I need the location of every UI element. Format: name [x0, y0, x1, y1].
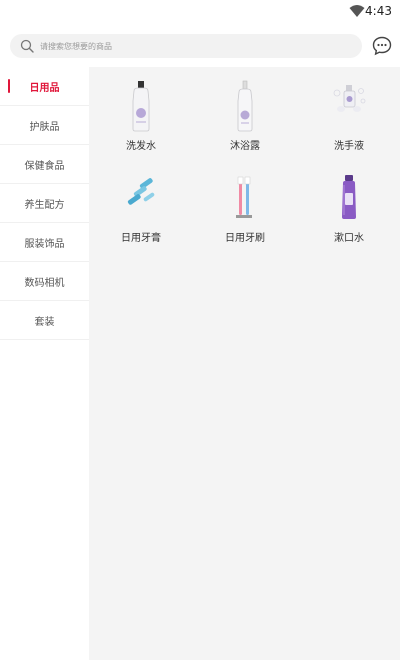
body-wash-bottle-icon [237, 80, 253, 132]
sidebar-item-health-food[interactable]: 保健食品 [0, 145, 89, 184]
search-box[interactable] [10, 34, 362, 58]
product-body-wash[interactable]: 沐浴露 [193, 75, 297, 159]
mouthwash-icon [342, 175, 356, 219]
toothpaste-icon [127, 178, 155, 205]
sidebar-item-skincare[interactable]: 护肤品 [0, 106, 89, 145]
product-toothpaste[interactable]: 日用牙膏 [89, 167, 193, 251]
category-sidebar: 日用品 护肤品 保健食品 养生配方 服装饰品 数码相机 套装 [0, 67, 89, 660]
sidebar-item-label: 服装饰品 [24, 238, 65, 250]
status-time: 4:43 [365, 4, 392, 18]
product-shampoo[interactable]: 洗发水 [89, 75, 193, 159]
sidebar-item-label: 套装 [34, 316, 55, 328]
product-mouthwash[interactable]: 漱口水 [297, 167, 400, 251]
sidebar-item-label: 护肤品 [29, 121, 60, 133]
search-bar [0, 24, 400, 66]
toothbrush-icon [236, 176, 252, 218]
hand-soap-icon [333, 85, 366, 112]
product-label: 日用牙刷 [225, 233, 265, 244]
product-label: 洗手液 [334, 141, 364, 152]
product-hand-soap[interactable]: 洗手液 [297, 75, 400, 159]
product-label: 沐浴露 [230, 141, 260, 152]
sidebar-item-wellness-recipes[interactable]: 养生配方 [0, 184, 89, 223]
product-label: 漱口水 [334, 233, 364, 244]
sidebar-item-label: 养生配方 [24, 199, 65, 211]
sidebar-item-sets[interactable]: 套装 [0, 301, 89, 340]
sidebar-item-label: 保健食品 [24, 160, 65, 172]
search-input[interactable] [40, 37, 340, 55]
sidebar-item-apparel[interactable]: 服装饰品 [0, 223, 89, 262]
product-toothbrush[interactable]: 日用牙刷 [193, 167, 297, 251]
search-icon [20, 39, 34, 53]
sidebar-item-label: 数码相机 [24, 277, 65, 289]
sidebar-item-label: 日用品 [29, 82, 60, 94]
sidebar-item-daily-goods[interactable]: 日用品 [0, 67, 89, 106]
status-bar: 4:43 [0, 0, 400, 24]
product-label: 洗发水 [126, 141, 156, 152]
product-label: 日用牙膏 [121, 233, 161, 244]
active-indicator [8, 79, 10, 93]
product-grid-area: 洗发水 沐浴露 洗手液 日用牙膏 日用牙刷 漱口水 [89, 67, 400, 660]
sidebar-item-digital-cameras[interactable]: 数码相机 [0, 262, 89, 301]
wifi-icon [349, 5, 365, 17]
message-icon[interactable] [371, 35, 393, 57]
shampoo-bottle-icon [132, 81, 150, 132]
